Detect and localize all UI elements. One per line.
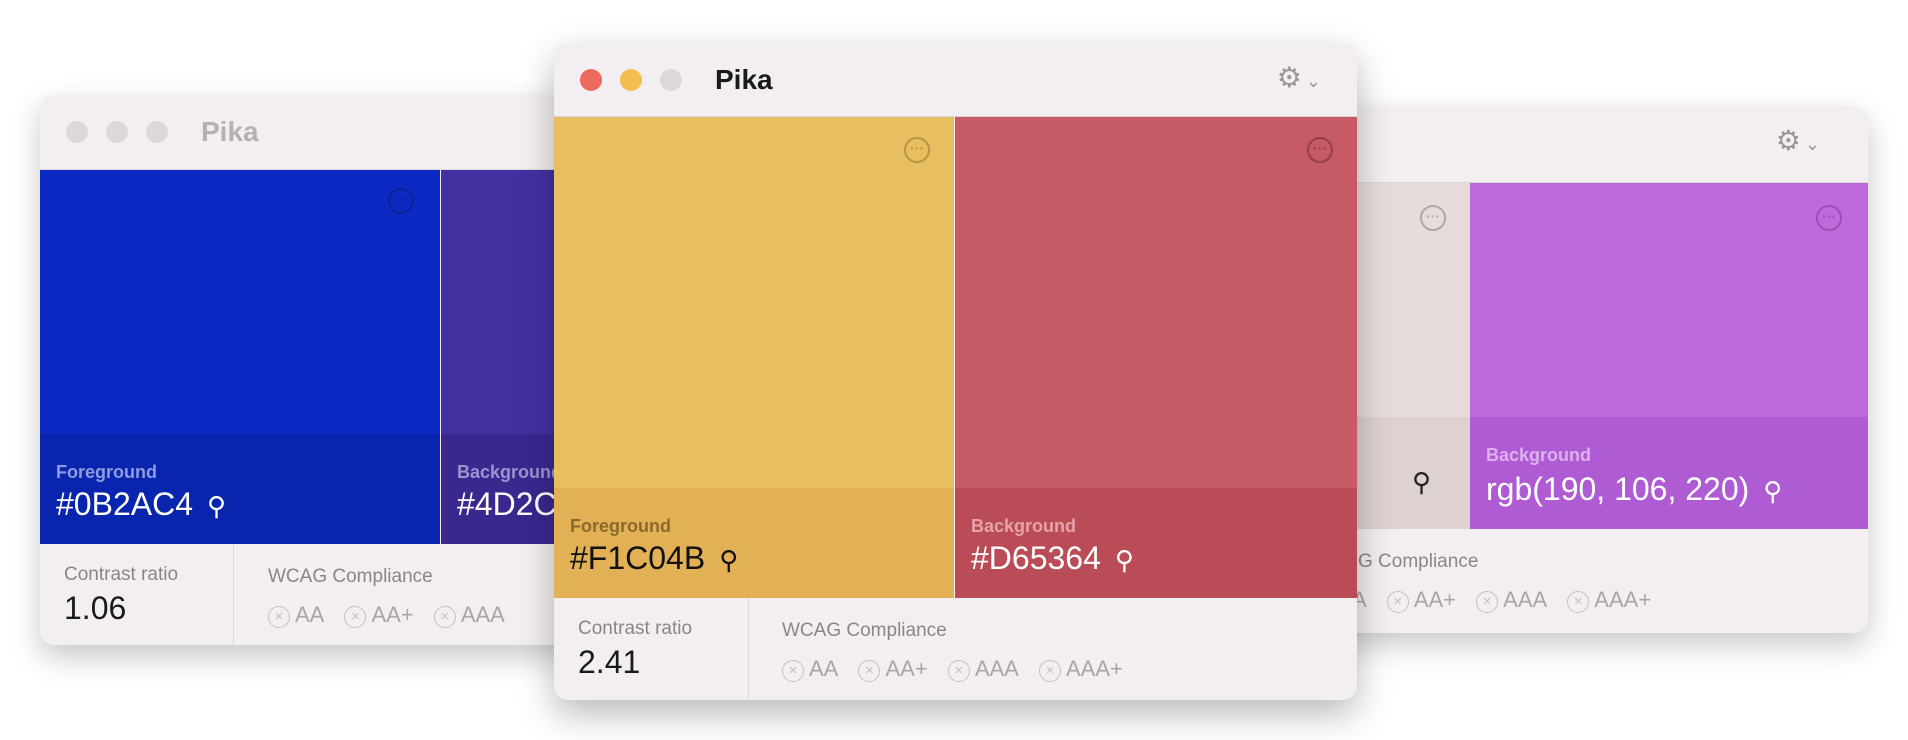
badge-aaa-plus: × AAA+ (1038, 656, 1123, 682)
wcag-badges: × AA × AA+ × AAA (268, 602, 519, 628)
badge-label: AA (809, 656, 839, 681)
foreground-panel: Foreground #0B2AC4 ⚲ (40, 434, 440, 544)
eyedropper-icon[interactable]: ⚲ (207, 491, 226, 522)
eyedropper-icon[interactable]: ⚲ (1412, 467, 1431, 498)
badge-aa-plus: × AA+ (1386, 587, 1457, 613)
eyedropper-icon[interactable]: ⚲ (1115, 545, 1134, 576)
results-panel: Contrast ratio 2.41 WCAG Compliance × AA … (554, 598, 1357, 700)
x-circle-icon: × (1476, 591, 1499, 613)
ellipsis-circle-icon[interactable]: ··· (904, 137, 930, 163)
badge-label: AAA (460, 602, 505, 627)
foreground-swatch[interactable]: ··· Foreground #0B2AC4 ⚲ (40, 170, 440, 544)
results-panel: G Compliance A × AA+ × AAA × AAA+ (1300, 529, 1868, 633)
eyedropper-icon[interactable]: ⚲ (1763, 476, 1782, 507)
badge-label: AA (295, 602, 325, 627)
foreground-value[interactable]: #0B2AC4 (56, 486, 193, 522)
divider (233, 544, 234, 645)
foreground-value-row: #0B2AC4 ⚲ (56, 486, 226, 523)
window-title: Pika (715, 63, 773, 95)
background-label: Background (1486, 445, 1592, 465)
window-title: Pika (201, 116, 259, 147)
ellipsis-circle-icon[interactable]: ··· (388, 188, 414, 214)
badge-aa-plus: × AA+ (858, 656, 928, 682)
foreground-label: Foreground (570, 516, 671, 536)
wcag-label: WCAG Compliance (268, 566, 433, 587)
x-circle-icon: × (858, 660, 881, 682)
badge-label: AAA (1503, 587, 1548, 612)
ellipsis-circle-icon[interactable]: ··· (1420, 205, 1446, 231)
badge-aa-plus: × AA+ (344, 602, 414, 628)
background-value[interactable]: #4D2C (457, 486, 557, 523)
badge-aaa-plus: × AAA+ (1567, 587, 1652, 613)
foreground-value-row: #F1C04B ⚲ (570, 540, 738, 577)
zoom-button[interactable] (660, 68, 682, 91)
x-circle-icon: × (1386, 591, 1409, 613)
background-panel: Background rgb(190, 106, 220) ⚲ (1470, 417, 1868, 529)
minimize-button[interactable] (620, 68, 642, 91)
wcag-badges: × AA × AA+ × AAA × AAA+ (782, 656, 1137, 682)
badge-label: AAA+ (1594, 587, 1652, 612)
contrast-value: 1.06 (64, 590, 127, 626)
background-value-row: rgb(190, 106, 220) ⚲ (1486, 471, 1782, 508)
badge-label: AAA (974, 656, 1019, 681)
chevron-down-icon: ⌄ (1804, 134, 1820, 154)
close-button[interactable] (66, 121, 88, 143)
badge-aaa: × AAA (433, 602, 505, 628)
minimize-button[interactable] (106, 121, 128, 143)
ellipsis-circle-icon[interactable]: ··· (1307, 137, 1333, 163)
foreground-value[interactable]: #F1C04B (570, 540, 705, 576)
background-panel: Background #D65364 ⚲ (955, 488, 1357, 598)
wcag-label: G Compliance (1358, 551, 1479, 572)
foreground-label: Foreground (56, 462, 157, 482)
eyedropper-icon[interactable]: ⚲ (719, 545, 738, 576)
x-circle-icon: × (947, 660, 970, 682)
background-value[interactable]: #D65364 (971, 540, 1101, 576)
badge-aa: × AA (782, 656, 839, 682)
badge-aaa: × AAA (1476, 587, 1548, 613)
background-value[interactable]: rgb(190, 106, 220) (1486, 471, 1749, 507)
background-label: Background (457, 462, 563, 482)
pika-window-right: ⚙ ⌄ ··· ⚲ ··· Background rgb(190, 106, 22… (1300, 106, 1868, 633)
contrast-label: Contrast ratio (578, 618, 693, 639)
gear-icon[interactable]: ⚙ ⌄ (1277, 61, 1321, 94)
foreground-swatch[interactable]: ··· Foreground #F1C04B ⚲ (554, 117, 954, 598)
badge-label: AA+ (885, 656, 928, 681)
ellipsis-circle-icon[interactable]: ··· (1816, 205, 1842, 231)
gear-icon[interactable]: ⚙ ⌄ (1776, 124, 1820, 157)
badge-aa: × AA (268, 602, 325, 628)
x-circle-icon: × (433, 606, 456, 628)
contrast-value: 2.41 (578, 644, 641, 680)
foreground-panel: Foreground #F1C04B ⚲ (554, 488, 954, 598)
badge-label: AAA+ (1065, 656, 1123, 681)
x-circle-icon: × (344, 606, 367, 628)
pika-window-center: Pika ⚙ ⌄ ··· Foreground #F1C04B ⚲ ··· Back… (554, 43, 1357, 700)
chevron-down-icon: ⌄ (1305, 71, 1321, 91)
x-circle-icon: × (1038, 660, 1061, 682)
zoom-button[interactable] (146, 121, 168, 143)
contrast-label: Contrast ratio (64, 564, 179, 585)
x-circle-icon: × (782, 660, 804, 682)
background-swatch[interactable]: ··· Background #D65364 ⚲ (955, 117, 1357, 598)
background-value-row: #D65364 ⚲ (971, 540, 1134, 577)
wcag-label: WCAG Compliance (782, 620, 947, 641)
title-bar: Pika (40, 95, 600, 170)
x-circle-icon: × (268, 606, 290, 628)
pika-window-left: Pika ··· Foreground #0B2AC4 ⚲ Background … (40, 95, 600, 645)
results-panel: Contrast ratio 1.06 WCAG Compliance × AA … (40, 544, 600, 645)
wcag-badges: A × AA+ × AAA × AAA+ (1352, 587, 1665, 613)
divider (748, 598, 749, 700)
badge-label: AA+ (371, 602, 414, 627)
background-label: Background (971, 516, 1077, 536)
title-bar: Pika ⚙ ⌄ (554, 43, 1357, 117)
background-swatch[interactable]: ··· Background rgb(190, 106, 220) ⚲ (1470, 183, 1868, 529)
badge-aaa: × AAA (947, 656, 1019, 682)
x-circle-icon: × (1567, 591, 1590, 613)
badge-label: AA+ (1413, 587, 1457, 612)
close-button[interactable] (580, 68, 602, 91)
title-bar: ⚙ ⌄ (1300, 106, 1868, 183)
